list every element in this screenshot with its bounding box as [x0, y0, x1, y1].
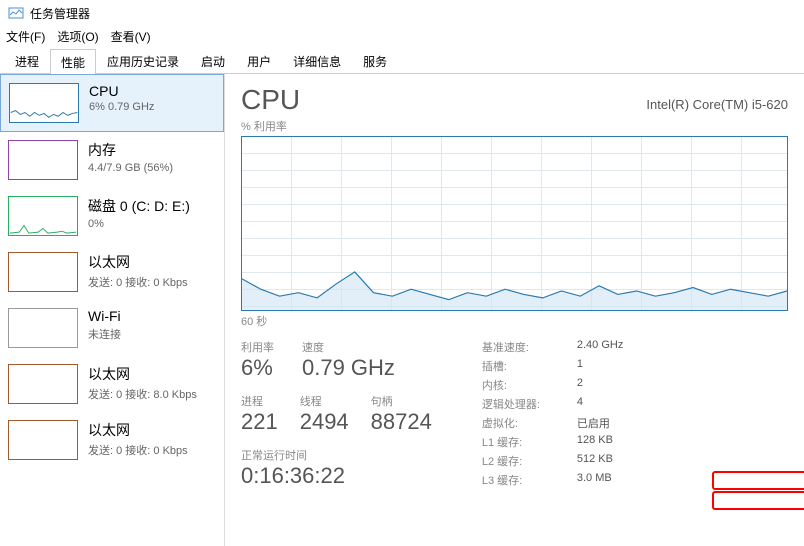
sidebar-item-title: 以太网	[88, 364, 197, 384]
stat-value: 512 KB	[577, 453, 613, 469]
stat-key: 内核:	[482, 377, 577, 393]
stat-key: 虚拟化:	[482, 415, 577, 431]
stat-key: 基准速度:	[482, 339, 577, 355]
sidebar-item-sub: 6% 0.79 GHz	[89, 101, 154, 113]
stats-left: 利用率 6% 速度 0.79 GHz 进程 221 线程 249	[241, 339, 432, 489]
sidebar-item-6[interactable]: 以太网发送: 0 接收: 0 Kbps	[0, 412, 224, 468]
stat-value: 3.0 MB	[577, 472, 612, 488]
cpu-chart	[241, 136, 788, 311]
sidebar: CPU 6% 0.79 GHz 内存 4.4/7.9 GB (56%) 磁盘 0 (C:…	[0, 74, 225, 546]
sidebar-thumb	[9, 83, 79, 123]
sidebar-item-sub: 0%	[88, 218, 190, 230]
sidebar-item-3[interactable]: 以太网发送: 0 接收: 0 Kbps	[0, 244, 224, 300]
tab-0[interactable]: 进程	[4, 48, 50, 73]
menu-view[interactable]: 查看(V)	[111, 28, 151, 46]
highlight-logical	[712, 491, 804, 510]
stat-value: 128 KB	[577, 434, 613, 450]
sidebar-item-0[interactable]: CPU 6% 0.79 GHz	[0, 74, 224, 132]
stat-row-7: L3 缓存:3.0 MB	[482, 472, 623, 488]
chart-x-label: 60 秒	[241, 313, 788, 329]
sidebar-item-title: 以太网	[88, 420, 188, 440]
window-title: 任务管理器	[30, 5, 90, 22]
handles-value: 88724	[371, 409, 432, 435]
stat-row-0: 基准速度:2.40 GHz	[482, 339, 623, 355]
sidebar-thumb	[8, 308, 78, 348]
sidebar-item-sub: 发送: 0 接收: 0 Kbps	[88, 442, 188, 458]
sidebar-item-sub: 未连接	[88, 326, 121, 342]
threads-value: 2494	[300, 409, 349, 435]
sidebar-item-sub: 发送: 0 接收: 8.0 Kbps	[88, 386, 197, 402]
stat-value: 2.40 GHz	[577, 339, 623, 355]
stat-value: 2	[577, 377, 583, 393]
tab-2[interactable]: 应用历史记录	[96, 48, 190, 73]
processes-label: 进程	[241, 393, 278, 409]
tab-bar: 进程性能应用历史记录启动用户详细信息服务	[0, 48, 804, 74]
stat-row-5: L1 缓存:128 KB	[482, 434, 623, 450]
stats-right: 基准速度:2.40 GHz插槽:1内核:2逻辑处理器:4虚拟化:已启用L1 缓存…	[482, 339, 623, 489]
tab-6[interactable]: 服务	[352, 48, 398, 73]
speed-label: 速度	[302, 339, 395, 355]
stat-row-2: 内核:2	[482, 377, 623, 393]
threads-label: 线程	[300, 393, 349, 409]
sidebar-item-sub: 4.4/7.9 GB (56%)	[88, 162, 173, 174]
uptime-value: 0:16:36:22	[241, 463, 432, 489]
sidebar-thumb	[8, 420, 78, 460]
stat-key: 逻辑处理器:	[482, 396, 577, 412]
sidebar-thumb	[8, 364, 78, 404]
stat-value: 已启用	[577, 415, 610, 431]
stat-value: 1	[577, 358, 583, 374]
titlebar: 任务管理器	[0, 0, 804, 26]
sidebar-item-title: 以太网	[88, 252, 188, 272]
utilization-label: 利用率	[241, 339, 274, 355]
sidebar-thumb	[8, 140, 78, 180]
tab-1[interactable]: 性能	[50, 49, 96, 74]
stat-row-4: 虚拟化:已启用	[482, 415, 623, 431]
stat-row-1: 插槽:1	[482, 358, 623, 374]
app-icon	[8, 5, 24, 21]
stat-key: 插槽:	[482, 358, 577, 374]
tab-5[interactable]: 详细信息	[282, 48, 352, 73]
processes-value: 221	[241, 409, 278, 435]
sidebar-thumb	[8, 196, 78, 236]
sidebar-item-title: 内存	[88, 140, 173, 160]
speed-value: 0.79 GHz	[302, 355, 395, 381]
cpu-title: CPU	[241, 84, 300, 116]
sidebar-item-1[interactable]: 内存 4.4/7.9 GB (56%)	[0, 132, 224, 188]
sidebar-item-title: Wi-Fi	[88, 308, 121, 324]
menu-options[interactable]: 选项(O)	[57, 28, 98, 46]
stat-key: L2 缓存:	[482, 453, 577, 469]
tab-4[interactable]: 用户	[236, 48, 282, 73]
sidebar-item-4[interactable]: Wi-Fi 未连接	[0, 300, 224, 356]
cpu-model: Intel(R) Core(TM) i5-620	[646, 97, 788, 112]
stat-row-6: L2 缓存:512 KB	[482, 453, 623, 469]
sidebar-item-2[interactable]: 磁盘 0 (C: D: E:) 0%	[0, 188, 224, 244]
chart-y-label: % 利用率	[241, 118, 788, 134]
sidebar-item-title: 磁盘 0 (C: D: E:)	[88, 196, 190, 216]
utilization-value: 6%	[241, 355, 274, 381]
handles-label: 句柄	[371, 393, 432, 409]
stat-value: 4	[577, 396, 583, 412]
menu-file[interactable]: 文件(F)	[6, 28, 45, 46]
menubar: 文件(F) 选项(O) 查看(V)	[0, 26, 804, 48]
sidebar-item-5[interactable]: 以太网发送: 0 接收: 8.0 Kbps	[0, 356, 224, 412]
sidebar-item-title: CPU	[89, 83, 154, 99]
stat-key: L1 缓存:	[482, 434, 577, 450]
sidebar-item-sub: 发送: 0 接收: 0 Kbps	[88, 274, 188, 290]
sidebar-thumb	[8, 252, 78, 292]
stat-key: L3 缓存:	[482, 472, 577, 488]
stat-row-3: 逻辑处理器:4	[482, 396, 623, 412]
main-panel: CPU Intel(R) Core(TM) i5-620 % 利用率 60 秒 …	[225, 74, 804, 546]
tab-3[interactable]: 启动	[190, 48, 236, 73]
uptime-label: 正常运行时间	[241, 447, 432, 463]
